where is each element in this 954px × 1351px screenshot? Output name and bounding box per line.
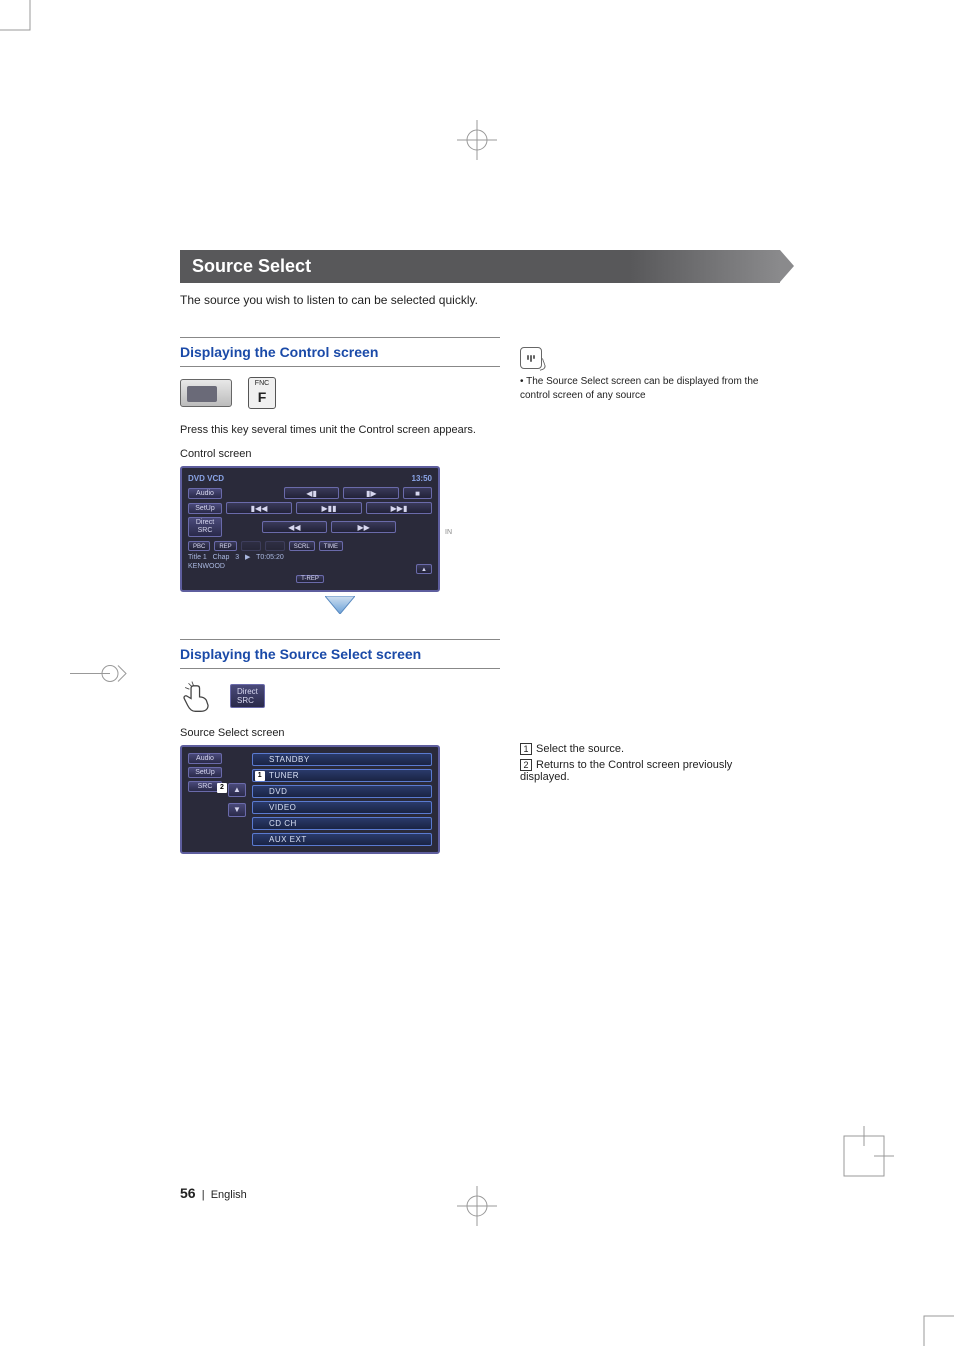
intro-text: The source you wish to listen to can be …: [180, 293, 780, 307]
info-chap-num: 3: [235, 554, 239, 561]
ref-num-2: 2: [520, 759, 532, 771]
audio-button[interactable]: Audio: [188, 753, 222, 764]
device-unit-icon: [180, 379, 232, 407]
ref-text-2: Returns to the Control screen previously…: [520, 759, 732, 783]
source-item-cd-ch[interactable]: CD CH: [252, 817, 432, 830]
page-footer: 56 | English: [180, 1185, 247, 1201]
eject-button[interactable]: ▲: [416, 564, 432, 574]
source-item-tuner[interactable]: 1 TUNER: [252, 769, 432, 782]
info-brand: KENWOOD: [188, 563, 432, 570]
control-screen-mock: DVD VCD 13:50 Audio ◀▮ ▮▶ ■ SetUp ▮◀◀ ▶▮…: [180, 466, 440, 592]
footer-lang: English: [211, 1189, 247, 1201]
section-title: Source Select: [192, 256, 311, 276]
page-number: 56: [180, 1185, 196, 1201]
info-title: Title 1: [188, 554, 207, 561]
ref-badge-2: 2: [217, 783, 227, 793]
screen-clock: 13:50: [412, 474, 432, 483]
ref-text-1: Select the source.: [536, 743, 624, 755]
crop-corner-tl: [0, 0, 40, 45]
crop-guide-left: [70, 653, 130, 698]
footer-sep: |: [202, 1189, 205, 1201]
ref-item-1: 1 Select the source.: [520, 743, 780, 755]
direct-src-badge: Direct SRC: [230, 684, 265, 708]
reference-list: 1 Select the source. 2Returns to the Cont…: [520, 743, 780, 783]
setup-button[interactable]: SetUp: [188, 503, 222, 514]
info-time: T0:05:20: [256, 554, 284, 561]
next-track-button[interactable]: ▶▶▮: [366, 502, 432, 514]
subheading-control: Displaying the Control screen: [180, 337, 500, 367]
subheading-source-select: Displaying the Source Select screen: [180, 639, 500, 669]
blank-indicator: [265, 541, 285, 551]
next-step-button[interactable]: ▮▶: [343, 487, 399, 499]
crop-mark-top: [457, 120, 497, 165]
t-rep-button[interactable]: T-REP: [296, 575, 324, 583]
setup-button[interactable]: SetUp: [188, 767, 222, 778]
source-item-dvd[interactable]: DVD: [252, 785, 432, 798]
rep-indicator: REP: [214, 541, 236, 551]
device-illustration-row: FNC F: [180, 377, 500, 409]
direct-src-button[interactable]: Direct SRC: [188, 517, 222, 537]
source-select-caption: Source Select screen: [180, 727, 500, 739]
crop-guide-right: [834, 1126, 894, 1191]
pbc-indicator: PBC: [188, 541, 210, 551]
rewind-button[interactable]: ◀◀: [262, 521, 327, 533]
ref-badge-1: 1: [255, 771, 265, 781]
fnc-label-small: FNC: [249, 380, 275, 387]
fast-forward-button[interactable]: ▶▶: [331, 521, 396, 533]
control-screen-caption: Control screen: [180, 448, 500, 460]
touch-instruction-row: Direct SRC: [180, 679, 500, 713]
prev-track-button[interactable]: ▮◀◀: [226, 502, 292, 514]
stop-button[interactable]: ■: [403, 487, 432, 499]
instruction-text: Press this key several times unit the Co…: [180, 423, 500, 438]
crop-mark-bottom: [457, 1186, 497, 1231]
flow-arrow-icon: [180, 596, 500, 619]
touch-finger-icon: [180, 679, 214, 713]
source-item-video[interactable]: VIDEO: [252, 801, 432, 814]
crop-corner-br: [914, 1306, 954, 1351]
scrl-indicator: SCRL: [289, 541, 315, 551]
blank-indicator: [241, 541, 261, 551]
source-item-aux-ext[interactable]: AUX EXT: [252, 833, 432, 846]
ref-item-2: 2Returns to the Control screen previousl…: [520, 759, 780, 783]
source-item-standby[interactable]: STANDBY: [252, 753, 432, 766]
note-text: • The Source Select screen can be displa…: [520, 375, 780, 403]
info-chap-label: Chap: [213, 554, 230, 561]
scroll-down-button[interactable]: ▼: [228, 803, 246, 817]
fnc-label-main: F: [249, 387, 275, 407]
ref-num-1: 1: [520, 743, 532, 755]
screen-title-left: DVD VCD: [188, 474, 224, 483]
section-header: Source Select: [180, 250, 780, 283]
source-item-tuner-label: TUNER: [269, 771, 299, 780]
in-label: IN: [445, 529, 452, 536]
note-icon: [520, 347, 542, 369]
note-body: The Source Select screen can be displaye…: [520, 376, 758, 401]
fnc-key-icon: FNC F: [248, 377, 276, 409]
info-play-icon: ▶: [245, 554, 250, 561]
src-return-button[interactable]: SRC 2: [188, 781, 222, 792]
source-select-screen-mock: Audio SetUp SRC 2 ▲ ▼ STANDBY 1 TUNER: [180, 745, 440, 854]
scroll-up-button[interactable]: ▲: [228, 783, 246, 797]
src-label: SRC: [198, 783, 213, 790]
play-pause-button[interactable]: ▶▮▮: [296, 502, 362, 514]
audio-button[interactable]: Audio: [188, 488, 222, 499]
time-indicator: TIME: [319, 541, 343, 551]
prev-step-button[interactable]: ◀▮: [284, 487, 340, 499]
